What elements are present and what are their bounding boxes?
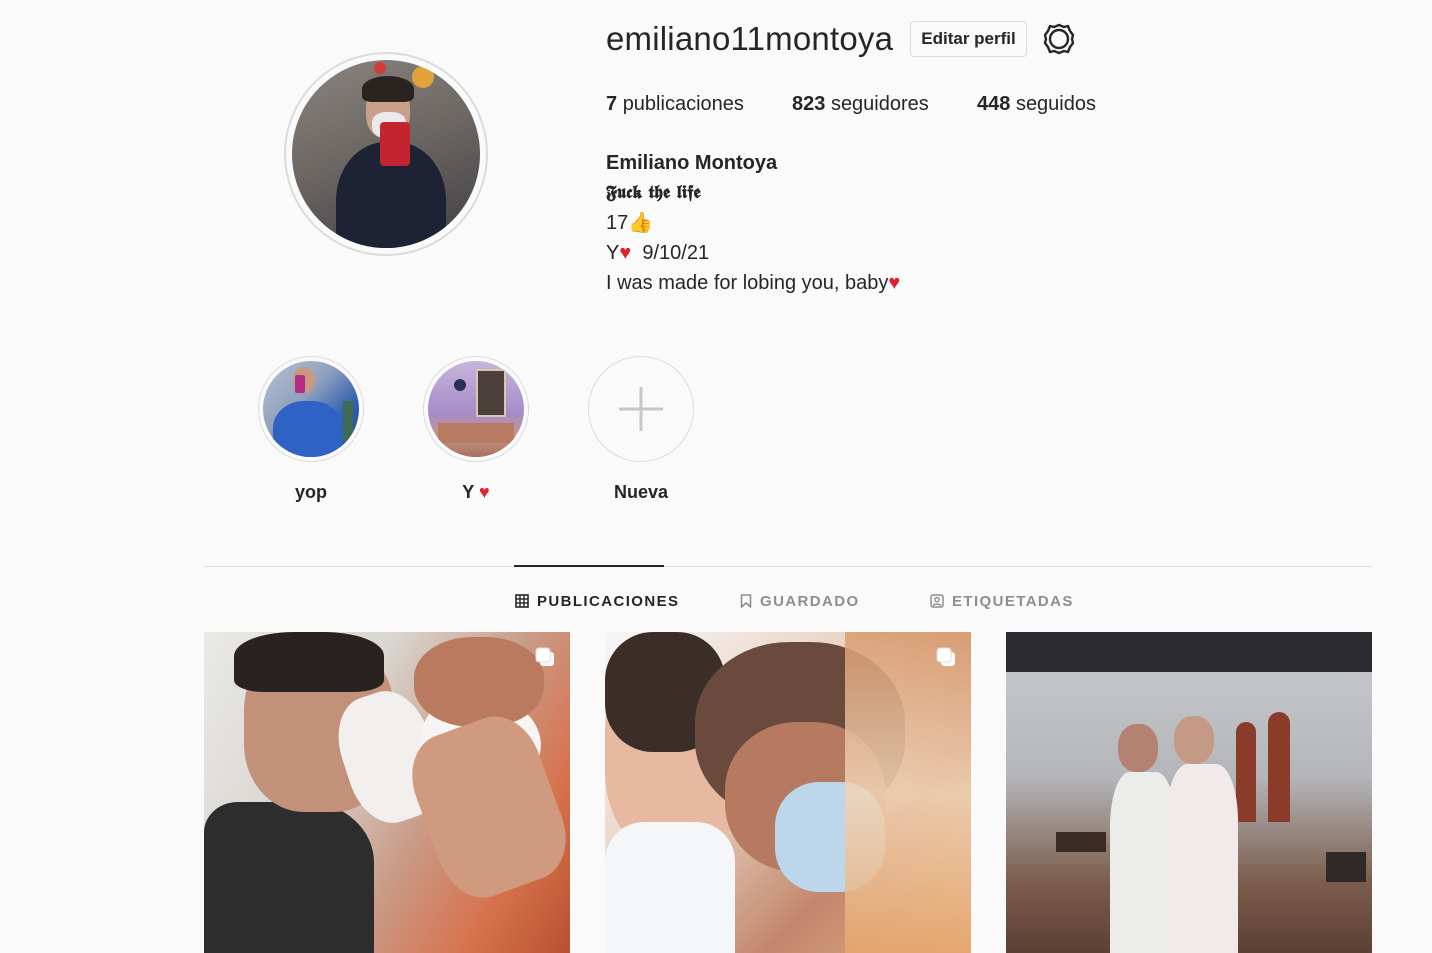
profile-avatar-ring[interactable] — [284, 52, 488, 256]
stat-followers-count: 823 — [792, 93, 826, 115]
bio-line-2: 17👍 — [606, 212, 654, 234]
multiple-photos-icon — [535, 647, 554, 666]
profile-bio: Emiliano Montoya 𝕱𝖚𝖈𝖐 𝖙𝖍𝖊 𝖑𝖎𝖋𝖊 17👍 Y♥ 9/… — [606, 148, 900, 298]
tab-label: PUBLICACIONES — [537, 592, 680, 610]
stat-posts[interactable]: 7 publicaciones — [606, 93, 744, 116]
bio-line-1: 𝕱𝖚𝖈𝖐 𝖙𝖍𝖊 𝖑𝖎𝖋𝖊 — [606, 182, 701, 203]
edit-profile-button[interactable]: Editar perfil — [910, 21, 1027, 57]
plus-icon — [619, 387, 663, 431]
red-heart-icon: ♥ — [479, 482, 490, 502]
avatar-decor — [412, 66, 434, 88]
bio-line-3-date: 9/10/21 — [642, 242, 710, 264]
highlight-label-text: Y — [462, 482, 474, 502]
post-image — [1006, 632, 1372, 953]
highlight-yop[interactable]: yop — [241, 356, 381, 503]
post-image — [605, 632, 971, 953]
new-highlight-circle[interactable] — [588, 356, 694, 462]
tagged-icon — [930, 594, 944, 608]
red-heart-icon: ♥ — [619, 242, 632, 264]
highlight-y[interactable]: Y ♥ — [406, 356, 546, 503]
highlight-cover — [428, 361, 524, 457]
stat-followers[interactable]: 823 seguidores — [792, 93, 929, 116]
multiple-photos-icon — [936, 647, 955, 666]
profile-avatar[interactable] — [292, 60, 480, 248]
stat-followers-label: seguidores — [830, 93, 929, 115]
bio-line-4: I was made for lobing you, baby♥ — [606, 268, 900, 298]
highlight-cover — [263, 361, 359, 457]
red-heart-icon: ♥ — [888, 272, 901, 294]
avatar-decor — [374, 62, 386, 74]
post-thumbnail[interactable] — [605, 632, 971, 953]
tab-guardado[interactable]: GUARDADO — [740, 590, 860, 612]
post-thumbnail[interactable] — [204, 632, 570, 953]
highlight-label: Nueva — [613, 482, 669, 502]
tab-label: GUARDADO — [760, 592, 860, 610]
highlight-label: yop — [294, 482, 327, 502]
post-image — [204, 632, 570, 953]
tab-publicaciones[interactable]: PUBLICACIONES — [515, 590, 679, 612]
active-tab-indicator — [514, 565, 664, 567]
post-thumbnail[interactable] — [1006, 632, 1372, 953]
tabs-divider — [204, 566, 1372, 567]
bookmark-icon — [740, 594, 752, 608]
grid-icon — [515, 594, 529, 608]
avatar-phone — [380, 122, 410, 166]
tab-label: ETIQUETADAS — [952, 592, 1074, 610]
profile-username: emiliano11montoya — [606, 20, 894, 57]
stat-posts-label: publicaciones — [622, 93, 744, 115]
bio-line-3: Y♥ 9/10/21 — [606, 238, 900, 268]
highlight-ring — [423, 356, 529, 462]
stat-following-label: seguidos — [1015, 93, 1096, 115]
tab-etiquetadas[interactable]: ETIQUETADAS — [930, 590, 1074, 612]
stat-following[interactable]: 448 seguidos — [977, 93, 1096, 116]
avatar-figure-hair — [362, 76, 414, 102]
highlight-new[interactable]: Nueva — [571, 356, 711, 503]
highlight-label: Y ♥ — [406, 482, 546, 503]
bio-line-3-prefix: Y — [606, 242, 620, 264]
stat-following-count: 448 — [977, 93, 1011, 115]
bio-line-4-text: I was made for lobing you, baby — [606, 272, 889, 294]
profile-full-name: Emiliano Montoya — [606, 152, 778, 174]
stat-posts-count: 7 — [606, 93, 618, 115]
highlight-ring — [258, 356, 364, 462]
settings-gear-icon[interactable] — [1042, 22, 1076, 56]
